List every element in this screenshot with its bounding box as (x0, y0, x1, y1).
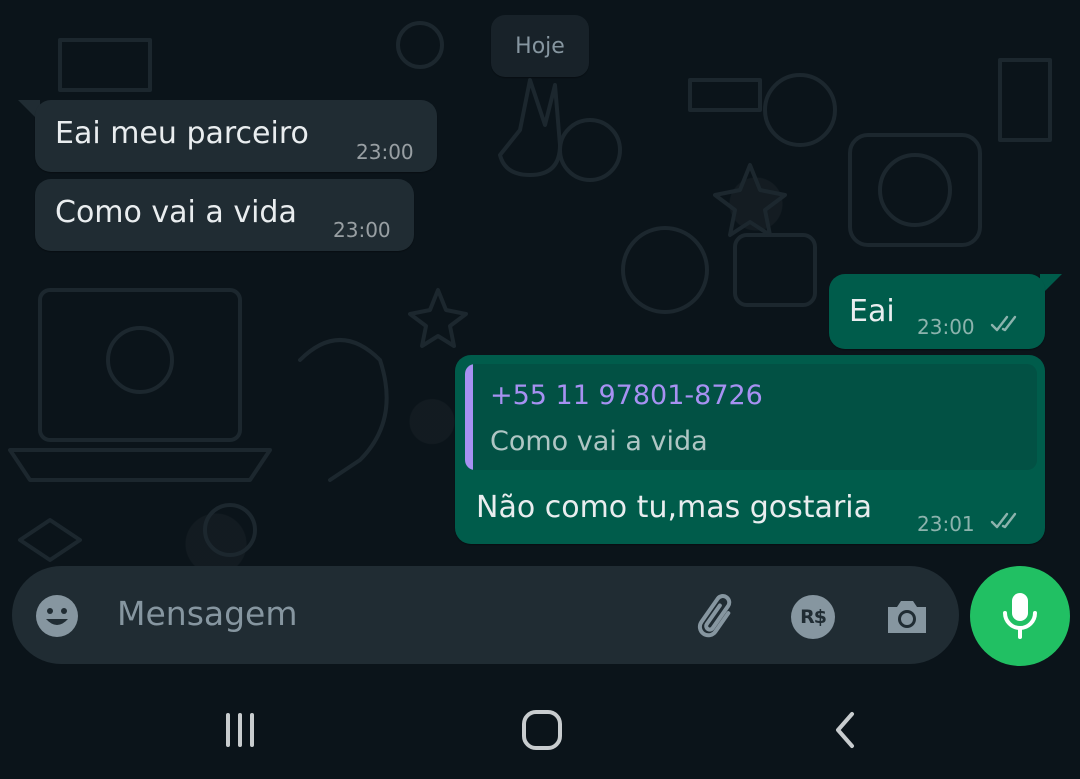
system-navigation-bar (0, 680, 1080, 779)
message-time: 23:00 (333, 218, 391, 242)
payment-icon[interactable]: R$ (789, 593, 837, 641)
message-text: Como vai a vida (55, 195, 297, 230)
mic-icon (1003, 593, 1037, 639)
quote-text: Como vai a vida (490, 426, 708, 457)
quote-accent-bar (465, 364, 473, 470)
message-text: Eai meu parceiro (55, 116, 309, 151)
message-time: 23:00 (917, 315, 975, 339)
back-button[interactable] (785, 680, 905, 779)
message-time: 23:00 (356, 140, 414, 164)
payment-label: R$ (800, 606, 827, 628)
message-text: Eai (849, 294, 895, 329)
back-icon (836, 711, 854, 748)
emoji-icon[interactable] (34, 593, 80, 639)
message-bubble-incoming[interactable]: Como vai a vida 23:00 (35, 179, 414, 251)
quote-author: +55 11 97801-8726 (490, 380, 763, 411)
message-bubble-outgoing[interactable]: Eai 23:00 (829, 274, 1045, 349)
message-bubble-incoming[interactable]: Eai meu parceiro 23:00 (35, 100, 437, 172)
date-separator: Hoje (491, 15, 589, 77)
message-time: 23:01 (917, 512, 975, 536)
mic-button[interactable] (970, 566, 1070, 666)
attach-icon[interactable] (693, 593, 743, 643)
message-composer: R$ (12, 566, 959, 664)
double-check-icon (990, 512, 1017, 529)
recent-apps-button[interactable] (180, 680, 300, 779)
double-check-icon (990, 315, 1017, 332)
quoted-message[interactable]: +55 11 97801-8726 Como vai a vida (465, 364, 1037, 470)
camera-icon[interactable] (884, 593, 930, 639)
home-icon (522, 709, 562, 750)
message-text: Não como tu,mas gostaria (476, 490, 872, 525)
home-button[interactable] (482, 680, 602, 779)
recent-apps-icon (226, 712, 254, 747)
message-input[interactable] (117, 594, 677, 633)
